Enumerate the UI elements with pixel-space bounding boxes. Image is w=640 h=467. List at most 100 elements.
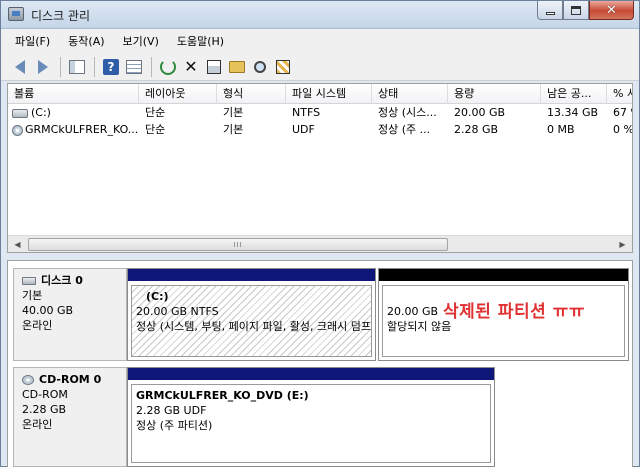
scrollbar-grip: III bbox=[233, 240, 243, 249]
help-button[interactable]: ? bbox=[100, 56, 122, 78]
table-row[interactable]: (C:) 단순 기본 NTFS 정상 (시스... 20.00 GB 13.34… bbox=[8, 105, 632, 121]
delete-icon: ✕ bbox=[184, 57, 198, 76]
hard-disk-icon bbox=[22, 276, 36, 285]
console-tree-button[interactable] bbox=[66, 56, 88, 78]
disk-name: CD-ROM 0 bbox=[22, 372, 126, 387]
toolbar: ? ✕ bbox=[1, 53, 639, 81]
menu-action[interactable]: 동작(A) bbox=[66, 31, 106, 51]
explore-icon bbox=[254, 60, 266, 73]
column-header-type[interactable]: 형식 bbox=[217, 84, 286, 104]
extend-button[interactable] bbox=[272, 56, 294, 78]
primary-partition-bar bbox=[128, 269, 375, 281]
properties-button[interactable] bbox=[203, 56, 225, 78]
partition-title: (C:) bbox=[146, 290, 169, 303]
refresh-icon bbox=[160, 58, 176, 75]
table-cell-file-system: NTFS bbox=[292, 106, 321, 119]
column-header-volume[interactable]: 볼륨 bbox=[8, 84, 139, 104]
scroll-right-button[interactable]: ▶ bbox=[614, 237, 631, 252]
column-header-free-space[interactable]: 남은 공... bbox=[541, 84, 607, 104]
volume-list-header: 볼륨 레이아웃 형식 파일 시스템 상태 용량 남은 공... % 사용 가능 bbox=[8, 84, 632, 104]
details-pane-icon bbox=[126, 59, 142, 74]
properties-icon bbox=[207, 59, 221, 74]
scrollbar-thumb[interactable]: III bbox=[28, 238, 448, 251]
toolbar-separator bbox=[94, 56, 95, 77]
disk-status: 온라인 bbox=[22, 319, 53, 332]
delete-button[interactable]: ✕ bbox=[180, 56, 202, 78]
forward-arrow-icon bbox=[38, 59, 48, 74]
back-arrow-icon bbox=[15, 59, 25, 74]
triangle-right-icon: ▶ bbox=[619, 240, 626, 249]
disk-0-label[interactable]: 디스크 0 기본 40.00 GB 온라인 bbox=[13, 268, 127, 361]
console-tree-icon bbox=[69, 59, 85, 74]
forward-button[interactable] bbox=[32, 56, 54, 78]
table-cell-volume: GRMCkULFRER_KO... bbox=[8, 122, 139, 138]
menu-view[interactable]: 보기(V) bbox=[121, 31, 161, 51]
table-cell-type: 기본 bbox=[223, 123, 244, 136]
open-icon bbox=[229, 60, 245, 73]
column-header-percent-free[interactable]: % 사용 가능 bbox=[607, 84, 632, 104]
table-row[interactable]: GRMCkULFRER_KO... 단순 기본 UDF 정상 (주 ... 2.… bbox=[8, 122, 632, 138]
partition-e[interactable]: GRMCkULFRER_KO_DVD (E:) 2.28 GB UDF 정상 (… bbox=[127, 367, 495, 467]
table-cell-free-space: 13.34 GB bbox=[547, 106, 599, 119]
disk-type: CD-ROM bbox=[22, 388, 68, 401]
partition-title: GRMCkULFRER_KO_DVD (E:) bbox=[136, 389, 309, 402]
toolbar-separator bbox=[60, 56, 61, 77]
disk-management-window: 디스크 관리 ✕ 파일(F) 동작(A) 보기(V) 도움말(H) ? ✕ 볼륨 bbox=[0, 0, 640, 467]
partition-body: GRMCkULFRER_KO_DVD (E:) 2.28 GB UDF 정상 (… bbox=[131, 384, 491, 463]
open-button[interactable] bbox=[226, 56, 248, 78]
partition-c[interactable]: (C:) 20.00 GB NTFS 정상 (시스템, 부팅, 페이지 파일, … bbox=[127, 268, 376, 361]
window-controls: ✕ bbox=[537, 1, 634, 20]
explore-button[interactable] bbox=[249, 56, 271, 78]
table-cell-status: 정상 (주 ... bbox=[378, 123, 431, 136]
table-cell-layout: 단순 bbox=[145, 106, 166, 119]
minimize-button[interactable] bbox=[537, 1, 563, 20]
column-header-file-system[interactable]: 파일 시스템 bbox=[286, 84, 372, 104]
toolbar-separator bbox=[151, 56, 152, 77]
disk-type: 기본 bbox=[22, 289, 43, 302]
disk-name: 디스크 0 bbox=[22, 273, 126, 288]
partition-size: 20.00 GB NTFS bbox=[136, 305, 219, 318]
hard-drive-icon bbox=[12, 108, 28, 118]
horizontal-scrollbar[interactable]: ◀ III ▶ bbox=[8, 235, 632, 252]
back-button[interactable] bbox=[9, 56, 31, 78]
cd-drive-icon bbox=[12, 124, 23, 136]
table-cell-layout: 단순 bbox=[145, 123, 166, 136]
scroll-left-button[interactable]: ◀ bbox=[9, 237, 26, 252]
table-cell-volume: (C:) bbox=[8, 105, 139, 121]
column-header-capacity[interactable]: 용량 bbox=[448, 84, 541, 104]
disk-name-text: 디스크 0 bbox=[41, 274, 83, 287]
minimize-icon bbox=[545, 11, 555, 15]
refresh-button[interactable] bbox=[157, 56, 179, 78]
volume-name: GRMCkULFRER_KO... bbox=[25, 123, 139, 136]
disk-size: 40.00 GB bbox=[22, 304, 74, 317]
disk-size: 2.28 GB bbox=[22, 403, 67, 416]
title-bar[interactable]: 디스크 관리 ✕ bbox=[1, 1, 639, 29]
cdrom-0-label[interactable]: CD-ROM 0 CD-ROM 2.28 GB 온라인 bbox=[13, 367, 127, 467]
table-cell-capacity: 2.28 GB bbox=[454, 123, 499, 136]
table-cell-free-space: 0 MB bbox=[547, 123, 575, 136]
volume-name: (C:) bbox=[31, 106, 51, 119]
partition-body: (C:) 20.00 GB NTFS 정상 (시스템, 부팅, 페이지 파일, … bbox=[131, 285, 372, 357]
disk-status: 온라인 bbox=[22, 418, 53, 431]
unallocated-bar bbox=[379, 269, 628, 281]
maximize-icon bbox=[571, 5, 581, 15]
help-icon: ? bbox=[103, 58, 119, 75]
volume-list[interactable]: 볼륨 레이아웃 형식 파일 시스템 상태 용량 남은 공... % 사용 가능 … bbox=[7, 83, 633, 253]
deleted-partition-annotation: 삭제된 파티션 ㅠㅠ bbox=[443, 302, 585, 322]
menu-help[interactable]: 도움말(H) bbox=[175, 31, 226, 51]
column-header-layout[interactable]: 레이아웃 bbox=[139, 84, 217, 104]
menu-file[interactable]: 파일(F) bbox=[13, 31, 52, 51]
table-cell-type: 기본 bbox=[223, 106, 244, 119]
maximize-button[interactable] bbox=[563, 1, 589, 20]
table-cell-capacity: 20.00 GB bbox=[454, 106, 506, 119]
table-cell-status: 정상 (시스... bbox=[378, 106, 437, 119]
partition-status: 정상 (시스템, 부팅, 페이지 파일, 활성, 크래시 덤프, 주 파티션) bbox=[136, 320, 372, 333]
primary-partition-bar bbox=[128, 368, 494, 380]
window-title: 디스크 관리 bbox=[31, 9, 91, 23]
column-header-status[interactable]: 상태 bbox=[372, 84, 448, 104]
extend-icon bbox=[276, 59, 290, 74]
partition-size: 2.28 GB UDF bbox=[136, 404, 207, 417]
details-pane-button[interactable] bbox=[123, 56, 145, 78]
close-button[interactable]: ✕ bbox=[589, 1, 634, 20]
table-cell-file-system: UDF bbox=[292, 123, 315, 136]
